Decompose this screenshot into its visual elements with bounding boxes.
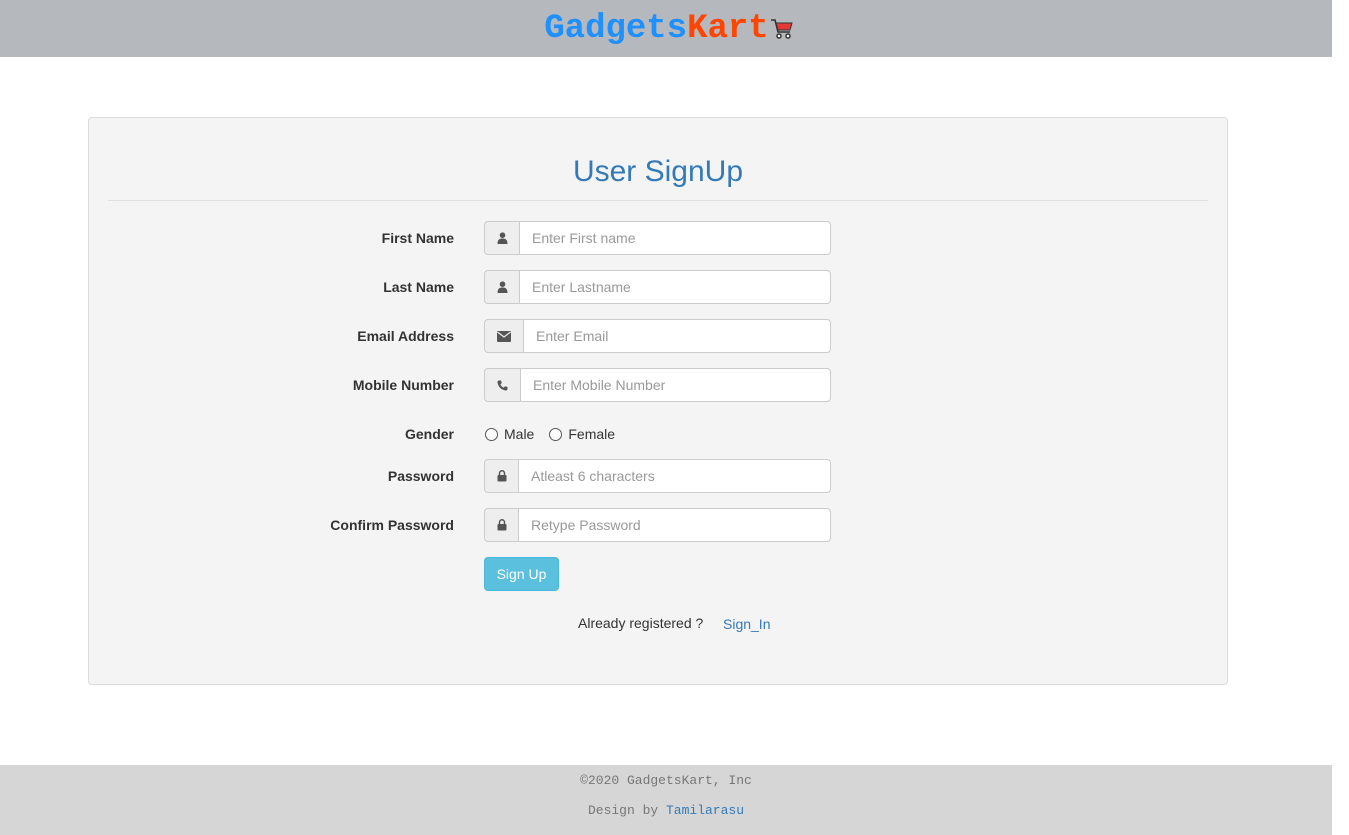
password-row: Password (89, 459, 1227, 493)
gender-female-radio[interactable] (549, 427, 563, 441)
first-name-input[interactable] (519, 221, 831, 255)
email-input[interactable] (523, 319, 831, 353)
envelope-icon (484, 319, 523, 353)
brand-name-part1: Gadgets (544, 9, 688, 48)
first-name-group (484, 221, 831, 255)
last-name-row: Last Name (89, 270, 1227, 304)
user-icon (484, 270, 519, 304)
sign-in-link[interactable]: Sign_In (723, 616, 770, 632)
site-footer: ©2020 GadgetsKart, Inc Design by Tamilar… (0, 765, 1332, 835)
confirm-password-row: Confirm Password (89, 508, 1227, 542)
user-icon (484, 221, 519, 255)
confirm-password-label: Confirm Password (330, 517, 454, 533)
lock-icon (484, 459, 518, 493)
brand-logo[interactable]: Gadgets Kart (544, 7, 793, 51)
gender-label: Gender (404, 426, 454, 442)
mobile-row: Mobile Number (89, 368, 1227, 402)
first-name-row: First Name (89, 221, 1227, 255)
site-header: Gadgets Kart (0, 0, 1332, 57)
gender-radio-group: Male Female (484, 417, 629, 451)
signup-panel: User SignUp First Name Last Name Email A… (88, 117, 1228, 685)
design-credit: Design by Tamilarasu (0, 803, 1332, 818)
password-label: Password (387, 468, 454, 484)
title-divider (108, 200, 1208, 201)
gender-row: Gender Male Female (89, 417, 1227, 451)
first-name-label: First Name (381, 230, 454, 246)
email-group (484, 319, 831, 353)
gender-male-radio[interactable] (485, 427, 498, 441)
copyright-text: ©2020 GadgetsKart, Inc (580, 773, 752, 788)
page-title: User SignUp (572, 155, 744, 188)
design-by-text: Design by (587, 803, 659, 818)
confirm-password-input[interactable] (518, 508, 831, 542)
email-label: Email Address (357, 328, 454, 344)
last-name-group (484, 270, 831, 304)
designer-link[interactable]: Tamilarasu (666, 803, 744, 818)
gender-female-label[interactable]: Female (568, 426, 615, 442)
mobile-group (484, 368, 831, 402)
lock-icon (484, 508, 518, 542)
phone-icon (484, 368, 520, 402)
gender-male-label[interactable]: Male (504, 426, 534, 442)
already-registered-text: Already registered ? (578, 615, 704, 631)
shopping-cart-icon (770, 13, 794, 51)
last-name-label: Last Name (383, 279, 454, 295)
sign-up-button[interactable]: Sign Up (484, 557, 559, 591)
email-row: Email Address (89, 319, 1227, 353)
password-input[interactable] (518, 459, 831, 493)
password-group (484, 459, 831, 493)
mobile-label: Mobile Number (352, 377, 454, 393)
last-name-input[interactable] (519, 270, 831, 304)
confirm-password-group (484, 508, 831, 542)
mobile-input[interactable] (520, 368, 831, 402)
brand-name-part2: Kart (687, 9, 769, 48)
